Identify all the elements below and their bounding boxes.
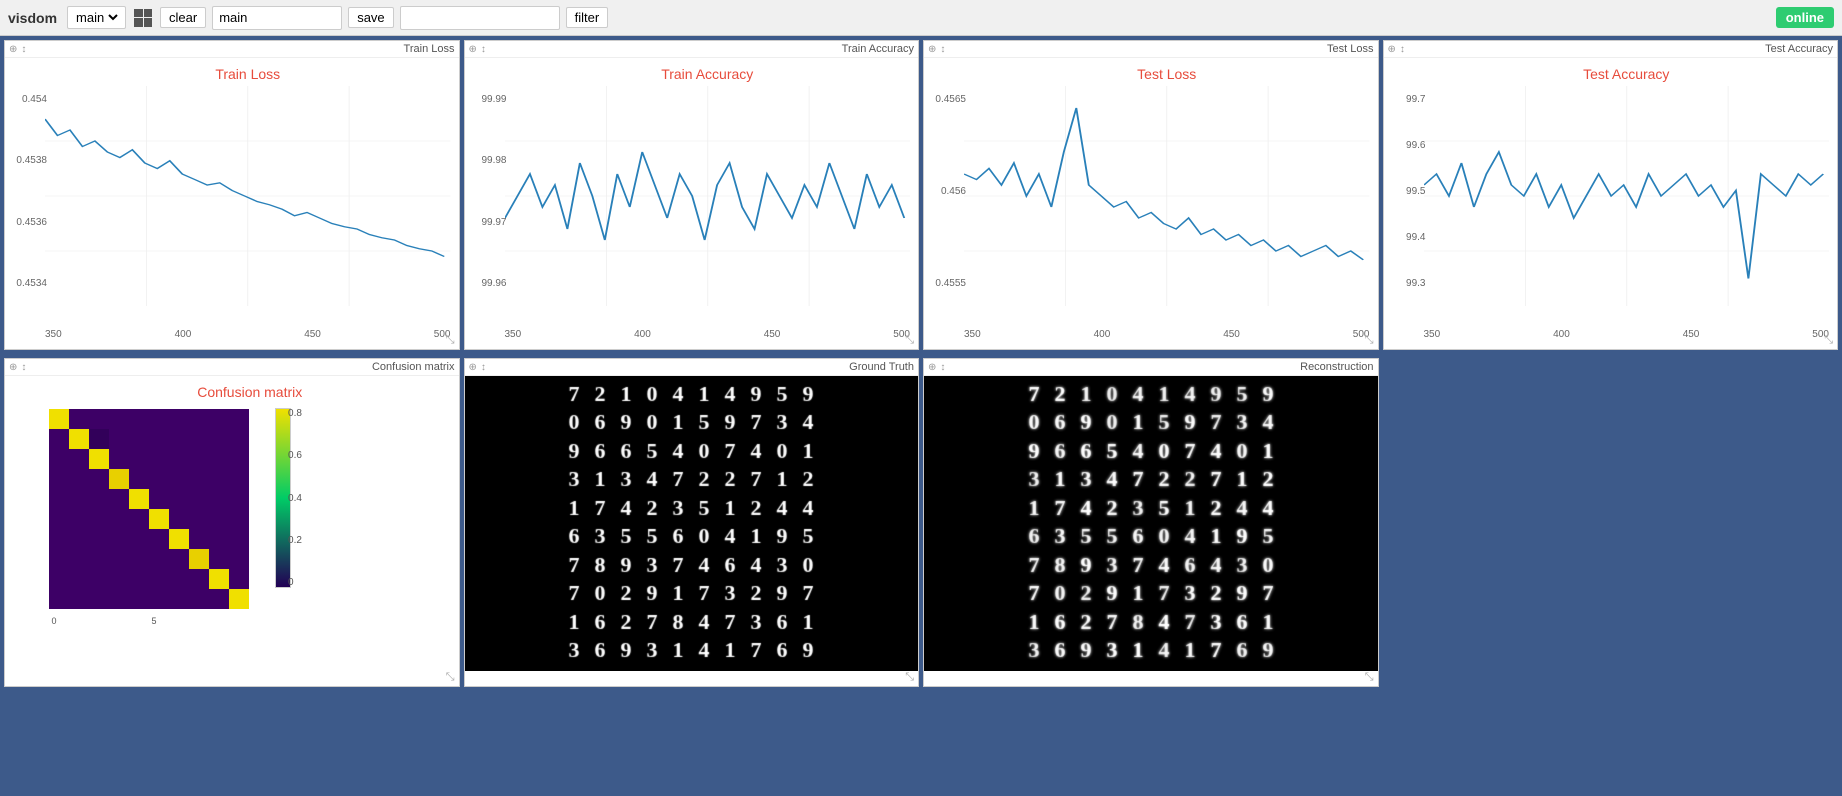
panel-header: ⊕ ↕ Confusion matrix bbox=[5, 359, 459, 376]
arrow-icon[interactable]: ↕ bbox=[21, 44, 26, 55]
reconstruction-image bbox=[924, 376, 1378, 671]
reconstruction-panel: ⊕ ↕ Reconstruction ⤡ bbox=[923, 358, 1379, 687]
test-loss-panel: ⊕ ↕ Test Loss Test Loss 0.4565 0.456 0.4… bbox=[923, 40, 1379, 350]
confusion-chart: Confusion matrix bbox=[5, 376, 459, 686]
chart-title: Test Loss bbox=[964, 66, 1370, 82]
train-accuracy-panel: ⊕ ↕ Train Accuracy Train Accuracy 99.99 … bbox=[464, 40, 920, 350]
panel-corner-title: Test Accuracy bbox=[1765, 43, 1833, 55]
confusion-matrix-svg: 8 6 4 2 0 0 5 bbox=[49, 404, 269, 634]
grid-view-button[interactable] bbox=[132, 7, 154, 29]
resize-handle[interactable]: ⤡ bbox=[1824, 334, 1833, 347]
pin-icon[interactable]: ⊕ bbox=[9, 362, 17, 373]
empty-cell bbox=[1383, 358, 1839, 687]
panel-controls: ⊕ ↕ bbox=[1388, 44, 1405, 55]
y-axis: 0.454 0.4538 0.4536 0.4534 bbox=[9, 94, 47, 289]
train-loss-chart: Train Loss 0.454 0.4538 0.4536 0.4534 35… bbox=[5, 58, 459, 348]
resize-handle[interactable]: ⤡ bbox=[1365, 334, 1374, 347]
x-axis: 350 400 450 500 bbox=[505, 329, 911, 340]
panel-controls: ⊕ ↕ bbox=[928, 44, 945, 55]
brand-logo: visdom bbox=[8, 10, 57, 26]
reconstruction-canvas bbox=[1021, 381, 1281, 666]
save-button[interactable]: save bbox=[348, 7, 393, 28]
svg-text:5: 5 bbox=[151, 616, 156, 626]
panel-controls: ⊕ ↕ bbox=[469, 362, 486, 373]
pin-icon[interactable]: ⊕ bbox=[469, 362, 477, 373]
resize-handle[interactable]: ⤡ bbox=[446, 334, 455, 347]
arrow-icon[interactable]: ↕ bbox=[481, 44, 486, 55]
toolbar: visdom main clear save filter online bbox=[0, 0, 1842, 36]
pin-icon[interactable]: ⊕ bbox=[9, 44, 17, 55]
confusion-title: Confusion matrix bbox=[49, 384, 451, 400]
env-selector[interactable]: main bbox=[67, 6, 126, 29]
panel-controls: ⊕ ↕ bbox=[9, 44, 26, 55]
filter-input[interactable] bbox=[400, 6, 560, 30]
arrow-icon[interactable]: ↕ bbox=[940, 362, 945, 373]
chart-svg bbox=[45, 86, 451, 306]
x-axis: 350 400 450 500 bbox=[45, 329, 451, 340]
pin-icon[interactable]: ⊕ bbox=[928, 44, 936, 55]
panel-controls: ⊕ ↕ bbox=[928, 362, 945, 373]
chart-svg bbox=[964, 86, 1370, 306]
panel-header: ⊕ ↕ Ground Truth bbox=[465, 359, 919, 376]
ground-truth-canvas bbox=[561, 381, 821, 666]
chart-svg bbox=[1424, 86, 1830, 306]
panel-corner-title: Ground Truth bbox=[849, 361, 914, 373]
panel-corner-title: Train Accuracy bbox=[842, 43, 914, 55]
arrow-icon[interactable]: ↕ bbox=[481, 362, 486, 373]
y-axis: 0.4565 0.456 0.4555 bbox=[928, 94, 966, 289]
test-accuracy-chart: Test Accuracy 99.7 99.6 99.5 99.4 99.3 3… bbox=[1384, 58, 1838, 348]
chart-svg bbox=[505, 86, 911, 306]
train-loss-panel: ⊕ ↕ Train Loss Train Loss 0.454 0.4538 0… bbox=[4, 40, 460, 350]
panel-header: ⊕ ↕ Test Loss bbox=[924, 41, 1378, 58]
resize-handle[interactable]: ⤡ bbox=[446, 671, 455, 684]
clear-button[interactable]: clear bbox=[160, 7, 206, 28]
x-axis: 350 400 450 500 bbox=[1424, 329, 1830, 340]
resize-handle[interactable]: ⤡ bbox=[905, 671, 914, 684]
bottom-panels-grid: ⊕ ↕ Confusion matrix Confusion matrix bbox=[0, 358, 1842, 691]
test-loss-chart: Test Loss 0.4565 0.456 0.4555 350 400 45… bbox=[924, 58, 1378, 348]
chart-title: Train Loss bbox=[45, 66, 451, 82]
panel-header: ⊕ ↕ Train Accuracy bbox=[465, 41, 919, 58]
y-axis: 99.99 99.98 99.97 99.96 bbox=[469, 94, 507, 289]
panel-header: ⊕ ↕ Train Loss bbox=[5, 41, 459, 58]
pin-icon[interactable]: ⊕ bbox=[469, 44, 477, 55]
confusion-matrix-panel: ⊕ ↕ Confusion matrix Confusion matrix bbox=[4, 358, 460, 687]
panel-corner-title: Test Loss bbox=[1327, 43, 1373, 55]
train-accuracy-chart: Train Accuracy 99.99 99.98 99.97 99.96 3… bbox=[465, 58, 919, 348]
chart-title: Test Accuracy bbox=[1424, 66, 1830, 82]
pin-icon[interactable]: ⊕ bbox=[1388, 44, 1396, 55]
resize-handle[interactable]: ⤡ bbox=[1365, 671, 1374, 684]
ground-truth-image bbox=[465, 376, 919, 671]
panel-header: ⊕ ↕ Test Accuracy bbox=[1384, 41, 1838, 58]
test-accuracy-panel: ⊕ ↕ Test Accuracy Test Accuracy 99.7 99.… bbox=[1383, 40, 1839, 350]
svg-text:0: 0 bbox=[51, 616, 56, 626]
panel-corner-title: Confusion matrix bbox=[372, 361, 455, 373]
panel-corner-title: Train Loss bbox=[404, 43, 455, 55]
online-status: online bbox=[1776, 7, 1834, 28]
y-axis: 99.7 99.6 99.5 99.4 99.3 bbox=[1388, 94, 1426, 289]
env-dropdown[interactable]: main bbox=[72, 9, 121, 26]
ground-truth-panel: ⊕ ↕ Ground Truth ⤡ bbox=[464, 358, 920, 687]
pin-icon[interactable]: ⊕ bbox=[928, 362, 936, 373]
panel-corner-title: Reconstruction bbox=[1300, 361, 1373, 373]
charts-grid: ⊕ ↕ Train Loss Train Loss 0.454 0.4538 0… bbox=[0, 36, 1842, 358]
x-axis: 350 400 450 500 bbox=[964, 329, 1370, 340]
panel-controls: ⊕ ↕ bbox=[469, 44, 486, 55]
arrow-icon[interactable]: ↕ bbox=[21, 362, 26, 373]
arrow-icon[interactable]: ↕ bbox=[1400, 44, 1405, 55]
resize-handle[interactable]: ⤡ bbox=[905, 334, 914, 347]
arrow-icon[interactable]: ↕ bbox=[940, 44, 945, 55]
panel-controls: ⊕ ↕ bbox=[9, 362, 26, 373]
chart-title: Train Accuracy bbox=[505, 66, 911, 82]
filter-button[interactable]: filter bbox=[566, 7, 609, 28]
panel-header: ⊕ ↕ Reconstruction bbox=[924, 359, 1378, 376]
env-name-input[interactable] bbox=[212, 6, 342, 30]
